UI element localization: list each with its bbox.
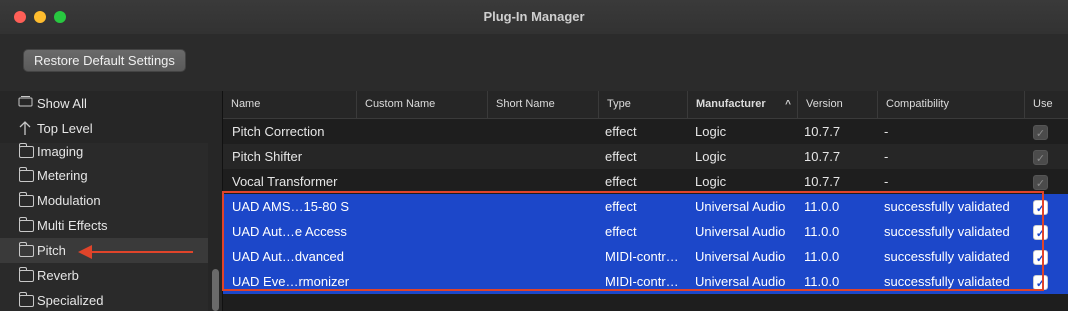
cell-compatibility: -	[884, 149, 889, 164]
cell-type: effect	[605, 199, 637, 214]
sidebar-item-top-level[interactable]: Top Level	[0, 116, 208, 141]
cell-type: effect	[605, 124, 637, 139]
cell-manufacturer: Universal Audio	[695, 224, 786, 239]
use-checkbox[interactable]: ✓	[1033, 125, 1048, 140]
cell-compatibility: -	[884, 124, 889, 139]
cell-name: Pitch Shifter	[232, 149, 303, 164]
sidebar-item-multi-effects[interactable]: Multi Effects	[0, 213, 208, 238]
folder-icon	[18, 263, 34, 288]
plugin-table: Name Custom Name Short Name Type Manufac…	[223, 91, 1068, 311]
table-row[interactable]: UAD AMS…15-80 S effect Universal Audio 1…	[223, 194, 1068, 219]
cell-manufacturer: Logic	[695, 174, 727, 189]
cell-version: 10.7.7	[804, 174, 841, 189]
cell-name: Vocal Transformer	[232, 174, 338, 189]
cell-version: 11.0.0	[804, 274, 840, 289]
folder-icon	[18, 188, 34, 213]
sidebar-item-label: Modulation	[37, 193, 101, 208]
table-row[interactable]: Vocal Transformer effect Logic 10.7.7 - …	[223, 169, 1068, 194]
checkmark-icon: ✓	[1035, 278, 1046, 290]
cell-manufacturer: Logic	[695, 149, 727, 164]
cell-name: UAD Aut…dvanced	[232, 249, 345, 264]
cell-version: 11.0.0	[804, 224, 840, 239]
cell-type: MIDI-contr…	[605, 249, 679, 264]
folder-icon	[18, 139, 34, 164]
table-row[interactable]: UAD Aut…dvanced MIDI-contr… Universal Au…	[223, 244, 1068, 269]
column-header-name[interactable]: Name	[223, 91, 356, 118]
cell-manufacturer: Universal Audio	[695, 249, 786, 264]
folder-icon	[18, 288, 34, 311]
cell-version: 10.7.7	[804, 149, 841, 164]
cell-type: effect	[605, 224, 637, 239]
folder-icon	[18, 163, 34, 188]
cell-type: MIDI-contr…	[605, 274, 679, 289]
sidebar-item-metering[interactable]: Metering	[0, 163, 208, 188]
use-checkbox[interactable]: ✓	[1033, 200, 1048, 215]
sidebar-item-label: Specialized	[37, 293, 104, 308]
table-row[interactable]: UAD Eve…rmonizer MIDI-contr… Universal A…	[223, 269, 1068, 294]
cell-compatibility: successfully validated	[884, 199, 1010, 214]
toolbar: Restore Default Settings	[0, 34, 1068, 92]
cell-type: effect	[605, 149, 637, 164]
cell-compatibility: successfully validated	[884, 224, 1010, 239]
sidebar-item-label: Reverb	[37, 268, 79, 283]
folder-icon	[18, 213, 34, 238]
column-header-custom-name[interactable]: Custom Name	[356, 91, 487, 118]
sidebar-item-label: Pitch	[37, 243, 66, 258]
sidebar-item-label: Metering	[37, 168, 88, 183]
annotation-arrow-line	[90, 251, 193, 253]
category-sidebar: Show All Top Level Imaging Metering Modu…	[0, 91, 223, 311]
column-header-version[interactable]: Version	[797, 91, 877, 118]
column-header-manufacturer[interactable]: Manufacturer ^	[687, 91, 797, 118]
cell-name: Pitch Correction	[232, 124, 325, 139]
use-checkbox[interactable]: ✓	[1033, 275, 1048, 290]
cell-compatibility: successfully validated	[884, 249, 1010, 264]
sidebar-item-reverb[interactable]: Reverb	[0, 263, 208, 288]
title-bar: Plug-In Manager	[0, 0, 1068, 35]
column-header-label: Manufacturer	[696, 98, 766, 110]
sidebar-item-modulation[interactable]: Modulation	[0, 188, 208, 213]
folder-icon	[18, 238, 34, 263]
cell-manufacturer: Logic	[695, 124, 727, 139]
sidebar-item-label: Show All	[37, 96, 87, 111]
cell-manufacturer: Universal Audio	[695, 274, 786, 289]
sort-ascending-icon: ^	[785, 99, 791, 110]
sidebar-item-label: Multi Effects	[37, 218, 108, 233]
cell-type: effect	[605, 174, 637, 189]
use-checkbox[interactable]: ✓	[1033, 175, 1048, 190]
column-header-use[interactable]: Use	[1024, 91, 1068, 118]
up-arrow-icon	[18, 116, 34, 141]
table-header: Name Custom Name Short Name Type Manufac…	[223, 91, 1068, 119]
cell-name: UAD Aut…e Access	[232, 224, 347, 239]
cell-compatibility: successfully validated	[884, 274, 1010, 289]
use-checkbox[interactable]: ✓	[1033, 150, 1048, 165]
column-header-short-name[interactable]: Short Name	[487, 91, 598, 118]
table-row[interactable]: UAD Aut…e Access effect Universal Audio …	[223, 219, 1068, 244]
sidebar-item-label: Imaging	[37, 144, 84, 159]
restore-default-settings-button[interactable]: Restore Default Settings	[23, 49, 186, 72]
annotation-arrow-icon	[78, 245, 92, 259]
sidebar-item-label: Top Level	[37, 121, 93, 136]
column-header-type[interactable]: Type	[598, 91, 687, 118]
sidebar-item-specialized[interactable]: Specialized	[0, 288, 208, 311]
show-all-icon	[18, 91, 34, 116]
window-title: Plug-In Manager	[483, 9, 585, 24]
cell-version: 11.0.0	[804, 249, 840, 264]
use-checkbox[interactable]: ✓	[1033, 225, 1048, 240]
cell-name: UAD AMS…15-80 S	[232, 199, 350, 214]
sidebar-item-show-all[interactable]: Show All	[0, 91, 208, 116]
cell-compatibility: -	[884, 174, 889, 189]
sidebar-item-imaging[interactable]: Imaging	[0, 139, 208, 164]
use-checkbox[interactable]: ✓	[1033, 250, 1048, 265]
cell-version: 11.0.0	[804, 199, 840, 214]
table-row[interactable]: Pitch Correction effect Logic 10.7.7 - ✓	[223, 119, 1068, 144]
sidebar-scroll-thumb[interactable]	[212, 269, 219, 311]
cell-version: 10.7.7	[804, 124, 841, 139]
cell-manufacturer: Universal Audio	[695, 199, 786, 214]
table-row[interactable]: Pitch Shifter effect Logic 10.7.7 - ✓	[223, 144, 1068, 169]
cell-name: UAD Eve…rmonizer	[232, 274, 350, 289]
column-header-compatibility[interactable]: Compatibility	[877, 91, 1024, 118]
